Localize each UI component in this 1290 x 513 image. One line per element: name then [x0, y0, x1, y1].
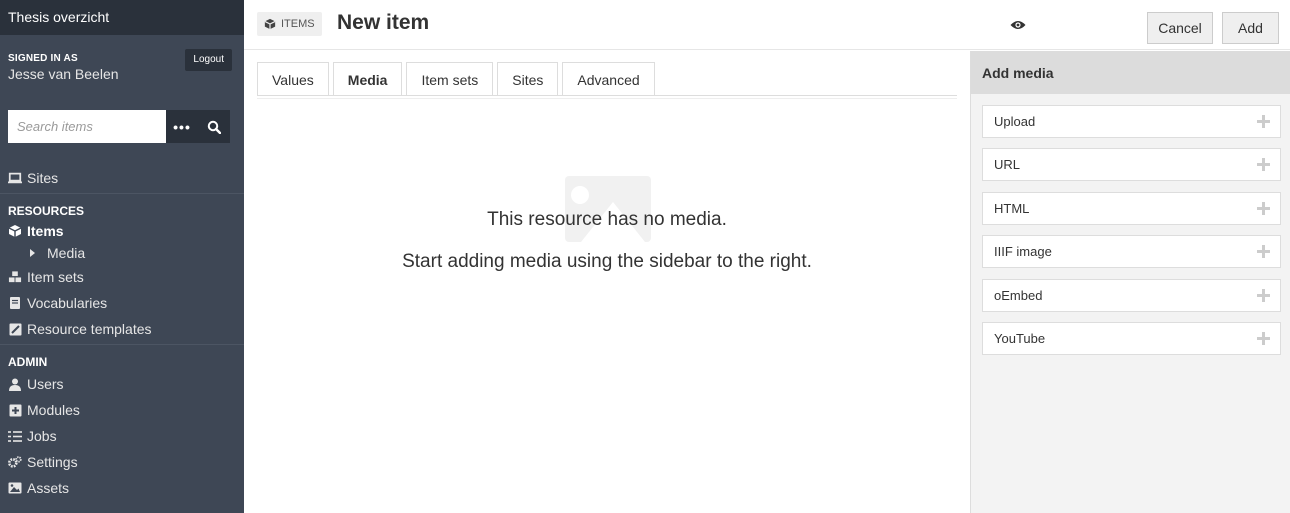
sidebar-item-label: Settings: [27, 454, 78, 470]
tabs-divider: [257, 95, 957, 96]
section-tabs: Values Media Item sets Sites Advanced: [257, 62, 659, 96]
sidebar-item-label: Assets: [27, 480, 70, 496]
media-option-label: HTML: [994, 201, 1030, 216]
sidebar-item-label: Modules: [27, 402, 80, 418]
nav-divider: [0, 344, 244, 345]
admin-heading: ADMIN: [8, 355, 48, 369]
cogs-icon: [8, 455, 22, 469]
cube-icon: [264, 18, 276, 30]
media-option-html[interactable]: HTML: [982, 192, 1281, 225]
add-media-heading: Add media: [971, 51, 1290, 94]
no-media-hint: Start adding media using the sidebar to …: [402, 251, 812, 272]
search-icon: [207, 120, 221, 134]
search-options-button[interactable]: •••: [166, 110, 198, 143]
book-icon: [8, 296, 22, 310]
sidebar-item-modules[interactable]: Modules: [0, 397, 244, 423]
sidebar-item-assets[interactable]: Assets: [0, 475, 244, 501]
plus-square-icon: [8, 403, 22, 417]
sidebar-item-items[interactable]: Items: [0, 220, 244, 242]
cancel-button[interactable]: Cancel: [1147, 12, 1213, 44]
add-media-sidebar: Add media Upload URL HTML IIIF image oEm…: [970, 51, 1290, 513]
search-input[interactable]: [8, 110, 166, 143]
plus-icon: [1257, 245, 1270, 258]
plus-icon: [1257, 332, 1270, 345]
logout-button[interactable]: Logout: [185, 49, 232, 71]
caret-right-icon: [30, 249, 35, 257]
media-option-label: YouTube: [994, 331, 1046, 346]
sidebar-item-resource-templates[interactable]: Resource templates: [0, 316, 244, 342]
sidebar-nav: Sites RESOURCES Items Media Item sets Vo…: [0, 164, 244, 501]
cube-icon: [8, 224, 22, 238]
sidebar-item-item-sets[interactable]: Item sets: [0, 264, 244, 290]
nav-divider: [0, 193, 244, 194]
plus-icon: [1257, 115, 1270, 128]
sidebar-item-settings[interactable]: Settings: [0, 449, 244, 475]
page-title: New item: [337, 11, 430, 34]
sidebar-item-users[interactable]: Users: [0, 371, 244, 397]
media-option-label: oEmbed: [994, 288, 1043, 303]
tab-values[interactable]: Values: [257, 62, 329, 96]
sidebar-item-jobs[interactable]: Jobs: [0, 423, 244, 449]
tab-advanced[interactable]: Advanced: [562, 62, 655, 96]
tab-sites[interactable]: Sites: [497, 62, 559, 96]
search-button[interactable]: [198, 110, 230, 143]
sidebar-item-label: Users: [27, 376, 64, 392]
plus-icon: [1257, 289, 1270, 302]
sidebar-item-vocabularies[interactable]: Vocabularies: [0, 290, 244, 316]
breadcrumb-label: ITEMS: [281, 18, 315, 30]
search-form: •••: [8, 110, 230, 143]
laptop-icon: [8, 171, 22, 185]
add-button[interactable]: Add: [1222, 12, 1279, 44]
cubes-icon: [8, 270, 22, 284]
user-icon: [8, 377, 22, 391]
sidebar-item-label: Resource templates: [27, 321, 152, 337]
sidebar-item-label: Media: [47, 245, 86, 261]
resources-heading: RESOURCES: [8, 204, 85, 218]
media-option-iiif-image[interactable]: IIIF image: [982, 235, 1281, 268]
tab-media[interactable]: Media: [332, 62, 403, 96]
sidebar-item-label: Jobs: [27, 428, 57, 444]
plus-icon: [1257, 158, 1270, 171]
image-icon: [8, 481, 22, 495]
site-title[interactable]: Thesis overzicht: [0, 0, 244, 35]
sidebar-item-label: Items: [27, 223, 64, 239]
media-option-label: Upload: [994, 114, 1036, 129]
media-option-url[interactable]: URL: [982, 148, 1281, 181]
media-option-oembed[interactable]: oEmbed: [982, 279, 1281, 312]
sidebar-item-sites[interactable]: Sites: [0, 164, 244, 191]
media-option-label: IIIF image: [994, 244, 1052, 259]
tab-item-sets[interactable]: Item sets: [406, 62, 494, 96]
user-bar: SIGNED IN AS Jesse van Beelen Logout: [0, 35, 244, 107]
sidebar-item-media[interactable]: Media: [0, 242, 244, 264]
tabs-divider: [257, 98, 957, 99]
tasks-icon: [8, 429, 22, 443]
no-media-message: This resource has no media.: [487, 209, 727, 230]
sidebar-item-label: Item sets: [27, 269, 84, 285]
media-option-upload[interactable]: Upload: [982, 105, 1281, 138]
page-header: ITEMS New item Cancel Add: [244, 0, 1290, 50]
media-option-youtube[interactable]: YouTube: [982, 322, 1281, 355]
breadcrumb[interactable]: ITEMS: [257, 12, 322, 36]
sidebar-item-label: Sites: [27, 169, 59, 186]
admin-sidebar: Thesis overzicht SIGNED IN AS Jesse van …: [0, 0, 244, 513]
eye-icon[interactable]: [1010, 18, 1026, 36]
edit-icon: [8, 322, 22, 336]
sidebar-item-label: Vocabularies: [27, 295, 108, 311]
plus-icon: [1257, 202, 1270, 215]
media-option-label: URL: [994, 157, 1021, 172]
